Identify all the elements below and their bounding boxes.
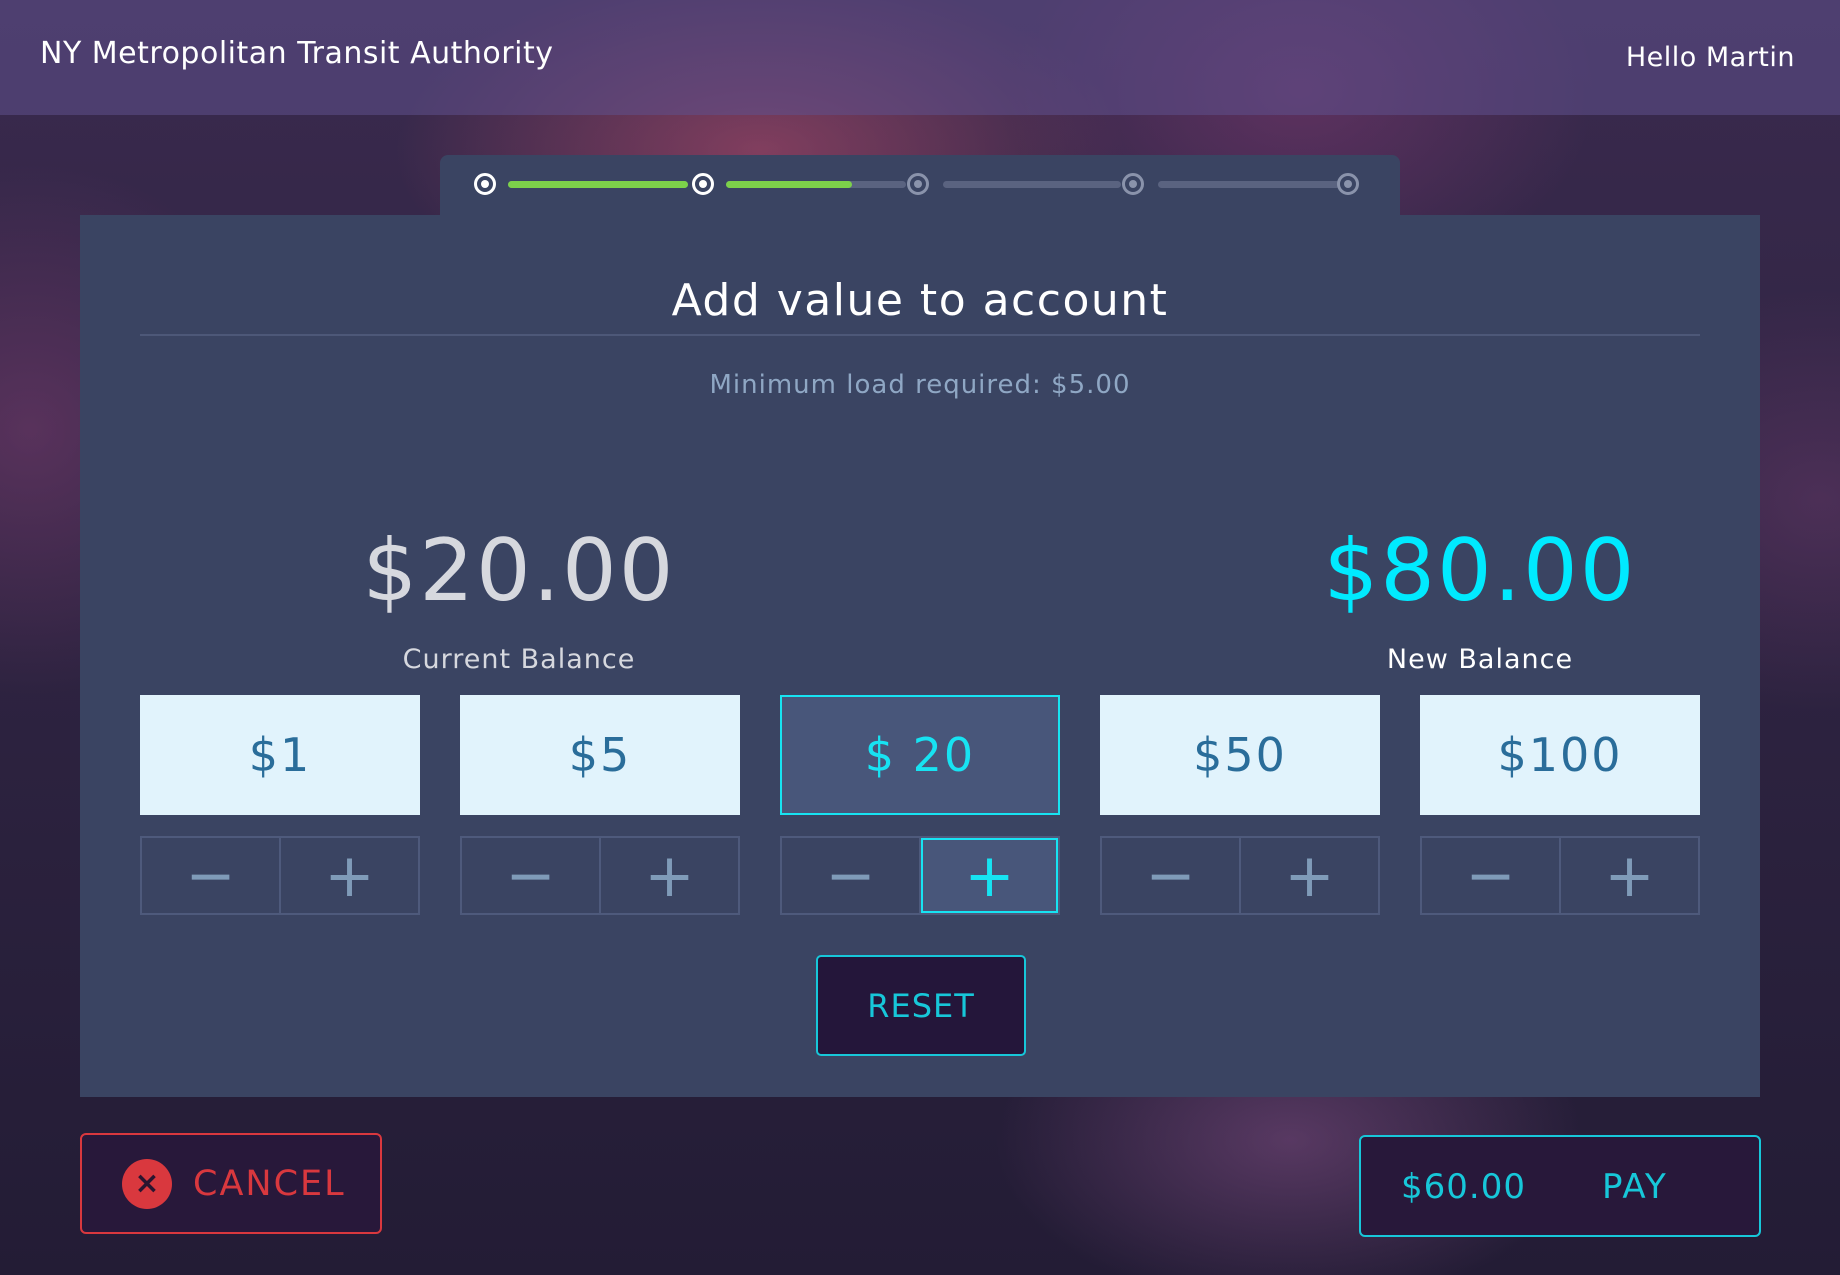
increment-20-button[interactable]: + [921,838,1058,913]
step-track-1 [508,181,688,188]
increment-50-button[interactable]: + [1241,838,1378,913]
step-track-4 [1158,181,1340,188]
step-dot-2 [692,173,714,195]
pay-button[interactable]: $60.00 PAY [1359,1135,1761,1237]
increment-100-button[interactable]: + [1561,838,1698,913]
step-dot-4 [1122,173,1144,195]
page-title: Add value to account [671,275,1169,326]
cancel-button[interactable]: × CANCEL [80,1133,382,1234]
decrement-5-button[interactable]: − [462,838,601,913]
user-greeting: Hello Martin [1625,42,1795,73]
step-dot-3 [907,173,929,195]
stepper-1: − + [140,836,420,915]
stepper-50: − + [1100,836,1380,915]
stepper-20: − + [780,836,1060,915]
denomination-1-button[interactable]: $1 [140,695,420,815]
current-balance: $20.00 Current Balance [259,528,779,675]
new-balance: $80.00 New Balance [1220,528,1740,675]
step-dot-1 [474,173,496,195]
new-balance-amount: $80.00 [1323,521,1637,621]
minimum-load-note: Minimum load required: $5.00 [709,370,1131,400]
new-balance-label: New Balance [1386,644,1574,675]
increment-1-button[interactable]: + [281,838,418,913]
step-fill-2 [726,181,852,188]
stepper-100: − + [1420,836,1700,915]
close-icon: × [122,1158,172,1209]
step-dot-5 [1337,173,1359,195]
current-balance-amount: $20.00 [362,521,676,621]
pay-label: PAY [1602,1167,1668,1207]
denomination-5-button[interactable]: $5 [460,695,740,815]
decrement-1-button[interactable]: − [142,838,281,913]
decrement-50-button[interactable]: − [1102,838,1241,913]
top-bar: NY Metropolitan Transit Authority Hello … [0,0,1840,115]
step-track-2 [726,181,906,188]
pay-total: $60.00 [1401,1167,1526,1207]
step-fill-1 [508,181,688,188]
decrement-20-button[interactable]: − [782,838,921,913]
decrement-100-button[interactable]: − [1422,838,1561,913]
denomination-100-button[interactable]: $100 [1420,695,1700,815]
title-divider [140,334,1700,336]
stepper-5: − + [460,836,740,915]
denomination-50-button[interactable]: $50 [1100,695,1380,815]
denomination-20-button[interactable]: $ 20 [780,695,1060,815]
add-value-panel: Add value to account Minimum load requir… [80,215,1760,1097]
reset-button[interactable]: RESET [816,955,1026,1056]
increment-5-button[interactable]: + [601,838,738,913]
step-track-3 [943,181,1121,188]
step-progress [440,155,1400,215]
org-name: NY Metropolitan Transit Authority [40,36,554,71]
cancel-label: CANCEL [193,1163,346,1204]
current-balance-label: Current Balance [402,644,636,675]
